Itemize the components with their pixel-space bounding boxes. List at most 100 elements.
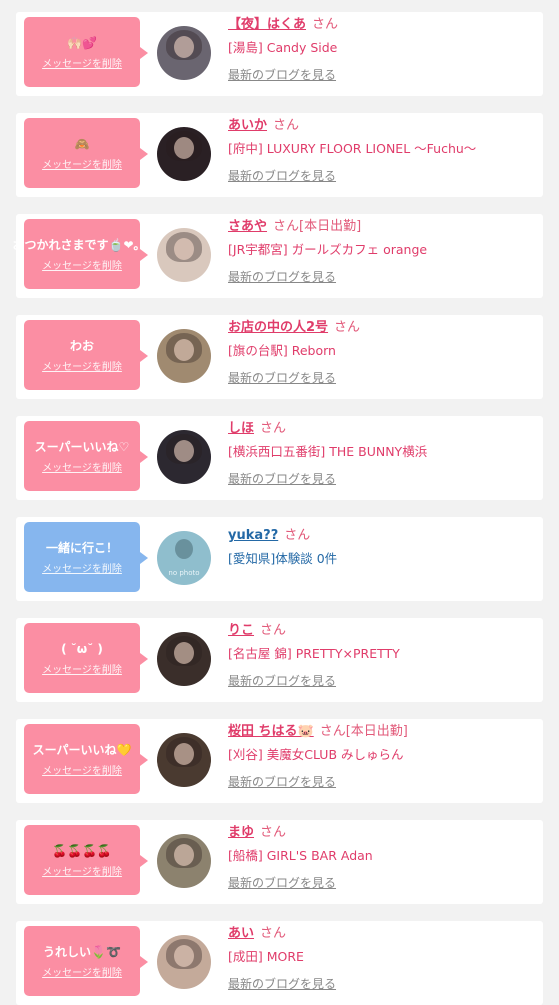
honorific: さん xyxy=(273,118,300,133)
status-tag: [本日出勤] xyxy=(299,219,362,234)
avatar[interactable] xyxy=(157,329,211,383)
message-bubble: ( ˘ω˘ ) メッセージを削除 xyxy=(24,623,148,693)
message-card: 🍒🍒🍒🍒 メッセージを削除 まゆ さん [船橋] GIRL'S BAR Adan … xyxy=(16,820,543,904)
avatar[interactable] xyxy=(157,430,211,484)
sender-name-link[interactable]: あいか xyxy=(228,118,267,133)
face-shape xyxy=(174,238,194,260)
message-bubble: 🍒🍒🍒🍒 メッセージを削除 xyxy=(24,825,148,895)
message-card: わお メッセージを削除 お店の中の人2号 さん [旗の台駅] Reborn 最新の… xyxy=(16,315,543,399)
sender-name-line: しほ さん xyxy=(228,420,535,438)
sender-info: 【夜】はくあ さん [湯島] Candy Side 最新のブログを見る xyxy=(228,16,535,83)
sender-name-link[interactable]: りこ xyxy=(228,623,254,638)
latest-blog-link[interactable]: 最新のブログを見る xyxy=(228,976,535,992)
message-bubble: 一緒に行こ！ メッセージを削除 xyxy=(24,522,148,592)
delete-message-link[interactable]: メッセージを削除 xyxy=(42,661,122,676)
delete-message-link[interactable]: メッセージを削除 xyxy=(42,762,122,777)
face-shape xyxy=(174,945,194,967)
sender-name-line: 【夜】はくあ さん xyxy=(228,16,535,34)
sender-info: まゆ さん [船橋] GIRL'S BAR Adan 最新のブログを見る xyxy=(228,824,535,891)
shop-info: [刈谷] 美魔女CLUB みしゅらん xyxy=(228,747,404,762)
delete-message-link[interactable]: メッセージを削除 xyxy=(42,863,122,878)
sender-name-link[interactable]: 桜田 ちはる🐷 xyxy=(228,724,314,739)
message-bubble: うれしい🌷➰ メッセージを削除 xyxy=(24,926,148,996)
face-shape xyxy=(174,137,194,159)
message-text: 一緒に行こ！ xyxy=(45,540,118,555)
sender-info: さあや さん[本日出勤] [JR宇都宮] ガールズカフェ orange 最新のブロ… xyxy=(228,218,535,285)
honorific: さん xyxy=(260,825,287,840)
sender-name-line: あいか さん xyxy=(228,117,535,135)
sender-info: yuka?? さん [愛知県]体験談 0件 xyxy=(228,527,535,568)
latest-blog-link[interactable]: 最新のブログを見る xyxy=(228,673,535,689)
honorific: さん xyxy=(334,320,361,335)
sender-name-link[interactable]: まゆ xyxy=(228,825,254,840)
message-text: 🍒🍒🍒🍒 xyxy=(52,843,112,858)
message-card: 一緒に行こ！ メッセージを削除 no photo yuka?? さん [愛知県]体… xyxy=(16,517,543,601)
message-text: わお xyxy=(69,338,94,353)
avatar[interactable] xyxy=(157,834,211,888)
message-text: 🙈 xyxy=(74,136,90,151)
sender-info: あいか さん [府中] LUXURY FLOOR LIONEL 〜Fuchu〜 最… xyxy=(228,117,535,184)
honorific: さん xyxy=(319,724,346,739)
avatar[interactable] xyxy=(157,228,211,282)
sender-info: お店の中の人2号 さん [旗の台駅] Reborn 最新のブログを見る xyxy=(228,319,535,386)
sender-name-link[interactable]: yuka?? xyxy=(228,528,278,543)
message-bubble: スーパーいいね♡ メッセージを削除 xyxy=(24,421,148,491)
honorific: さん xyxy=(284,528,311,543)
latest-blog-link[interactable]: 最新のブログを見る xyxy=(228,370,535,386)
latest-blog-link[interactable]: 最新のブログを見る xyxy=(228,774,535,790)
delete-message-link[interactable]: メッセージを削除 xyxy=(42,560,122,575)
sender-name-link[interactable]: しほ xyxy=(228,421,254,436)
sender-name-link[interactable]: 【夜】はくあ xyxy=(228,17,306,32)
message-list: 🙌🏻💕 メッセージを削除 【夜】はくあ さん [湯島] Candy Side 最新… xyxy=(0,0,559,1005)
face-shape xyxy=(174,642,194,664)
delete-message-link[interactable]: メッセージを削除 xyxy=(42,257,122,272)
latest-blog-link[interactable]: 最新のブログを見る xyxy=(228,67,535,83)
shop-info: [名古屋 錦] PRETTY×PRETTY xyxy=(228,646,400,661)
message-text: うれしい🌷➰ xyxy=(43,944,121,959)
sender-info: 桜田 ちはる🐷 さん[本日出勤] [刈谷] 美魔女CLUB みしゅらん 最新のブロ… xyxy=(228,723,535,790)
message-card: うれしい🌷➰ メッセージを削除 あい さん [成田] MORE 最新のブログを見る xyxy=(16,921,543,1005)
face-shape xyxy=(174,743,194,765)
delete-message-link[interactable]: メッセージを削除 xyxy=(42,459,122,474)
sender-name-line: あい さん xyxy=(228,925,535,943)
avatar[interactable] xyxy=(157,127,211,181)
sender-name-line: りこ さん xyxy=(228,622,535,640)
avatar[interactable] xyxy=(157,733,211,787)
delete-message-link[interactable]: メッセージを削除 xyxy=(42,358,122,373)
delete-message-link[interactable]: メッセージを削除 xyxy=(42,156,122,171)
message-bubble: 🙌🏻💕 メッセージを削除 xyxy=(24,17,148,87)
shop-info: [湯島] Candy Side xyxy=(228,40,338,55)
message-text: 🙌🏻💕 xyxy=(67,35,97,50)
sender-name-line: まゆ さん xyxy=(228,824,535,842)
sender-info: りこ さん [名古屋 錦] PRETTY×PRETTY 最新のブログを見る xyxy=(228,622,535,689)
avatar[interactable] xyxy=(157,632,211,686)
sender-name-link[interactable]: お店の中の人2号 xyxy=(228,320,328,335)
sender-name-link[interactable]: あい xyxy=(228,926,254,941)
honorific: さん xyxy=(273,219,300,234)
honorific: さん xyxy=(312,17,339,32)
shop-info: [府中] LUXURY FLOOR LIONEL 〜Fuchu〜 xyxy=(228,141,477,156)
message-bubble: 🙈 メッセージを削除 xyxy=(24,118,148,188)
sender-info: あい さん [成田] MORE 最新のブログを見る xyxy=(228,925,535,992)
avatar[interactable] xyxy=(157,935,211,989)
honorific: さん xyxy=(260,623,287,638)
sender-name-line: さあや さん[本日出勤] xyxy=(228,218,535,236)
sender-name-line: yuka?? さん xyxy=(228,527,535,545)
latest-blog-link[interactable]: 最新のブログを見る xyxy=(228,269,535,285)
message-card: 🙌🏻💕 メッセージを削除 【夜】はくあ さん [湯島] Candy Side 最新… xyxy=(16,12,543,96)
message-card: スーパーいいね💛 メッセージを削除 桜田 ちはる🐷 さん[本日出勤] [刈谷] 美… xyxy=(16,719,543,803)
latest-blog-link[interactable]: 最新のブログを見る xyxy=(228,875,535,891)
face-shape xyxy=(174,36,194,58)
avatar[interactable]: no photo xyxy=(157,531,211,585)
no-photo-icon xyxy=(175,539,193,559)
face-shape xyxy=(174,440,194,462)
delete-message-link[interactable]: メッセージを削除 xyxy=(42,964,122,979)
shop-info: [愛知県]体験談 0件 xyxy=(228,551,338,566)
message-text: スーパーいいね💛 xyxy=(32,742,132,757)
sender-name-link[interactable]: さあや xyxy=(228,219,267,234)
avatar[interactable] xyxy=(157,26,211,80)
latest-blog-link[interactable]: 最新のブログを見る xyxy=(228,471,535,487)
latest-blog-link[interactable]: 最新のブログを見る xyxy=(228,168,535,184)
shop-info: [成田] MORE xyxy=(228,949,304,964)
delete-message-link[interactable]: メッセージを削除 xyxy=(42,55,122,70)
